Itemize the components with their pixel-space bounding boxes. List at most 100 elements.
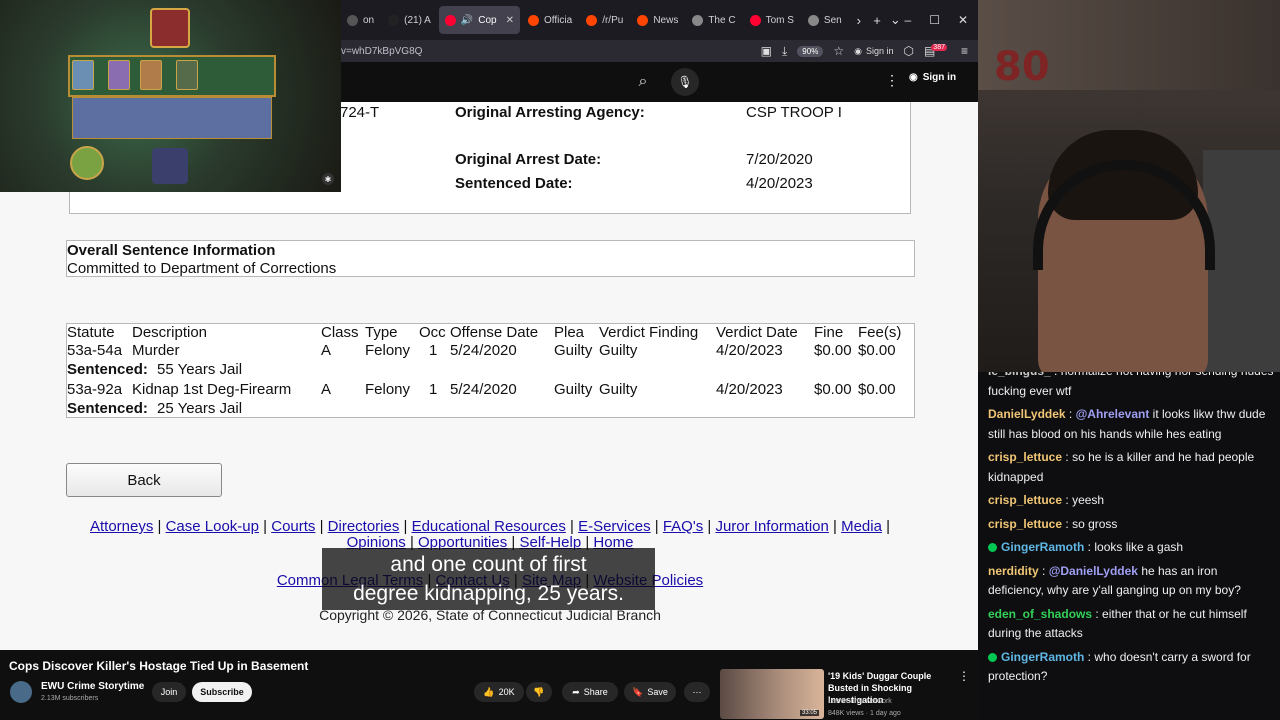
link-separator: |	[153, 518, 166, 535]
menu-icon[interactable]: ≡	[961, 44, 968, 58]
charge-class: A	[321, 342, 332, 359]
minimize-icon[interactable]: –	[905, 13, 912, 27]
chat-message: crisp_lettuce : so he is a killer and he…	[988, 448, 1274, 487]
extensions-icon[interactable]: ⬡	[903, 44, 913, 58]
overlay-settings-icon[interactable]: ✱	[322, 173, 334, 185]
subscriber-badge-icon	[988, 652, 997, 662]
chat-username[interactable]: nerdidity	[988, 564, 1039, 578]
tab-favicon-icon	[749, 14, 761, 26]
browser-tab[interactable]: The C	[686, 6, 741, 34]
dislike-button[interactable]: 👎	[526, 682, 552, 702]
footer-link[interactable]: Case Look-up	[166, 518, 259, 535]
speaker-icon[interactable]: 🔊	[461, 15, 473, 26]
footer-link[interactable]: Educational Resources	[412, 518, 566, 535]
save-button[interactable]: 🔖 Save	[624, 682, 676, 702]
chat-username[interactable]: crisp_lettuce	[988, 450, 1062, 464]
like-count: 20K	[498, 687, 515, 697]
chat-username[interactable]: le_bingus_	[988, 372, 1051, 378]
chat-message: GingerRamoth : who doesn't carry a sword…	[988, 648, 1274, 687]
chat-separator: :	[1092, 606, 1103, 621]
chat-username[interactable]: DanielLyddek	[988, 407, 1066, 421]
footer-link[interactable]: Juror Information	[715, 518, 828, 535]
chat-username[interactable]: eden_of_shadows	[988, 607, 1092, 621]
footer-link[interactable]: Media	[841, 518, 882, 535]
live-chat: le_bingus_ : normalize not having hor se…	[978, 372, 1280, 720]
tab-label: Sen	[823, 14, 842, 26]
join-button[interactable]: Join	[152, 682, 186, 702]
column-header: Plea	[554, 324, 585, 341]
tab-list-chevron-icon[interactable]: ⌄	[886, 12, 904, 28]
channel-name[interactable]: EWU Crime Storytime	[41, 681, 144, 692]
like-button[interactable]: 👍 20K	[474, 682, 524, 702]
window-close-icon[interactable]: ✕	[958, 13, 968, 27]
game-hero-image	[70, 146, 104, 180]
youtube-signin-button[interactable]: ◉ Sign in	[909, 72, 956, 83]
browser-tab[interactable]: 🔊 Cop ✕	[438, 6, 521, 34]
more-actions-button[interactable]: ⋯	[684, 682, 710, 702]
footer-link[interactable]: FAQ's	[663, 518, 703, 535]
youtube-header: ⌕ 🎙 ⋮ ◉ Sign in	[341, 62, 978, 102]
charge-plea: Guilty	[554, 342, 593, 359]
picture-in-picture-icon[interactable]: ▣	[761, 44, 772, 58]
browser-tab[interactable]: on	[341, 6, 380, 34]
footer-link[interactable]: Courts	[271, 518, 315, 535]
chat-username[interactable]: crisp_lettuce	[988, 517, 1062, 531]
account-icon: ◉	[909, 72, 918, 83]
footer-link[interactable]: Directories	[328, 518, 400, 535]
column-header: Description	[132, 324, 208, 341]
extension-badge-icon[interactable]: ▤387	[924, 44, 951, 58]
charge-verdict-date: 4/20/2023	[716, 381, 783, 398]
chat-mention[interactable]: @DanielLyddek	[1049, 564, 1138, 578]
share-button[interactable]: ➦ Share	[562, 682, 618, 702]
browser-tab[interactable]: News	[631, 6, 684, 34]
download-icon[interactable]: ⤓	[782, 44, 787, 59]
toolbar-icons: ▣ ⤓ 90% ☆ ◉ Sign in ⬡ ▤387 ≡	[761, 44, 978, 59]
maximize-icon[interactable]: ☐	[929, 13, 940, 27]
tab-close-icon[interactable]: ✕	[506, 15, 514, 26]
chat-username[interactable]: crisp_lettuce	[988, 493, 1062, 507]
sentence-row: Sentenced: 55 Years Jail	[0, 361, 978, 379]
new-tab-icon[interactable]: +	[868, 13, 886, 28]
microphone-icon[interactable]: 🎙	[671, 68, 699, 96]
more-options-icon[interactable]: ⋮	[885, 72, 899, 89]
column-header: Class	[321, 324, 359, 341]
chat-message: eden_of_shadows : either that or he cut …	[988, 605, 1274, 644]
back-button[interactable]: Back	[66, 463, 222, 497]
column-header: Type	[365, 324, 398, 341]
browser-signin[interactable]: ◉ Sign in	[854, 46, 893, 57]
charge-class: A	[321, 381, 332, 398]
recommended-more-icon[interactable]: ⋮	[958, 669, 970, 683]
url-field[interactable]: v=whD7kBpVG8Q	[341, 46, 761, 57]
arresting-agency-value: CSP TROOP I	[746, 104, 842, 121]
tab-label: /r/Pu	[602, 14, 624, 26]
charge-statute: 53a-92a	[67, 381, 123, 398]
tab-scroll-right-icon[interactable]: ›	[850, 13, 868, 28]
bookmark-star-icon[interactable]: ☆	[833, 44, 844, 58]
channel-avatar[interactable]	[10, 681, 32, 703]
browser-tab[interactable]: Tom S	[744, 6, 800, 34]
chat-message: GingerRamoth : looks like a gash	[988, 538, 1274, 558]
charge-type: Felony	[365, 381, 411, 398]
chat-separator: :	[1065, 407, 1076, 421]
chat-username[interactable]: GingerRamoth	[1001, 650, 1084, 664]
footer-link[interactable]: E-Services	[578, 518, 651, 535]
ellipsis-icon: ⋯	[692, 686, 702, 697]
browser-tab[interactable]: (21) A	[382, 6, 437, 34]
footer-links-row-1: Attorneys | Case Look-up | Courts | Dire…	[60, 518, 920, 535]
sentenced-date-label: Sentenced Date:	[455, 175, 573, 192]
chat-username[interactable]: GingerRamoth	[1001, 540, 1084, 554]
search-icon[interactable]: ⌕	[624, 68, 662, 96]
footer-link[interactable]: Attorneys	[90, 518, 153, 535]
link-separator: |	[259, 518, 272, 535]
chat-mention[interactable]: @Ahrelevant	[1076, 407, 1150, 421]
browser-tab[interactable]: /r/Pu	[580, 6, 629, 34]
video-caption: and one count of first degree kidnapping…	[322, 548, 655, 610]
column-header: Verdict Finding	[599, 324, 699, 341]
chat-separator: :	[1084, 649, 1095, 664]
charge-offense-date: 5/24/2020	[450, 342, 517, 359]
chat-separator: :	[1051, 372, 1061, 378]
browser-tab[interactable]: Officia	[522, 6, 578, 34]
browser-tab[interactable]: Sen	[802, 6, 848, 34]
subscribe-button[interactable]: Subscribe	[192, 682, 252, 702]
zoom-level[interactable]: 90%	[797, 45, 824, 57]
